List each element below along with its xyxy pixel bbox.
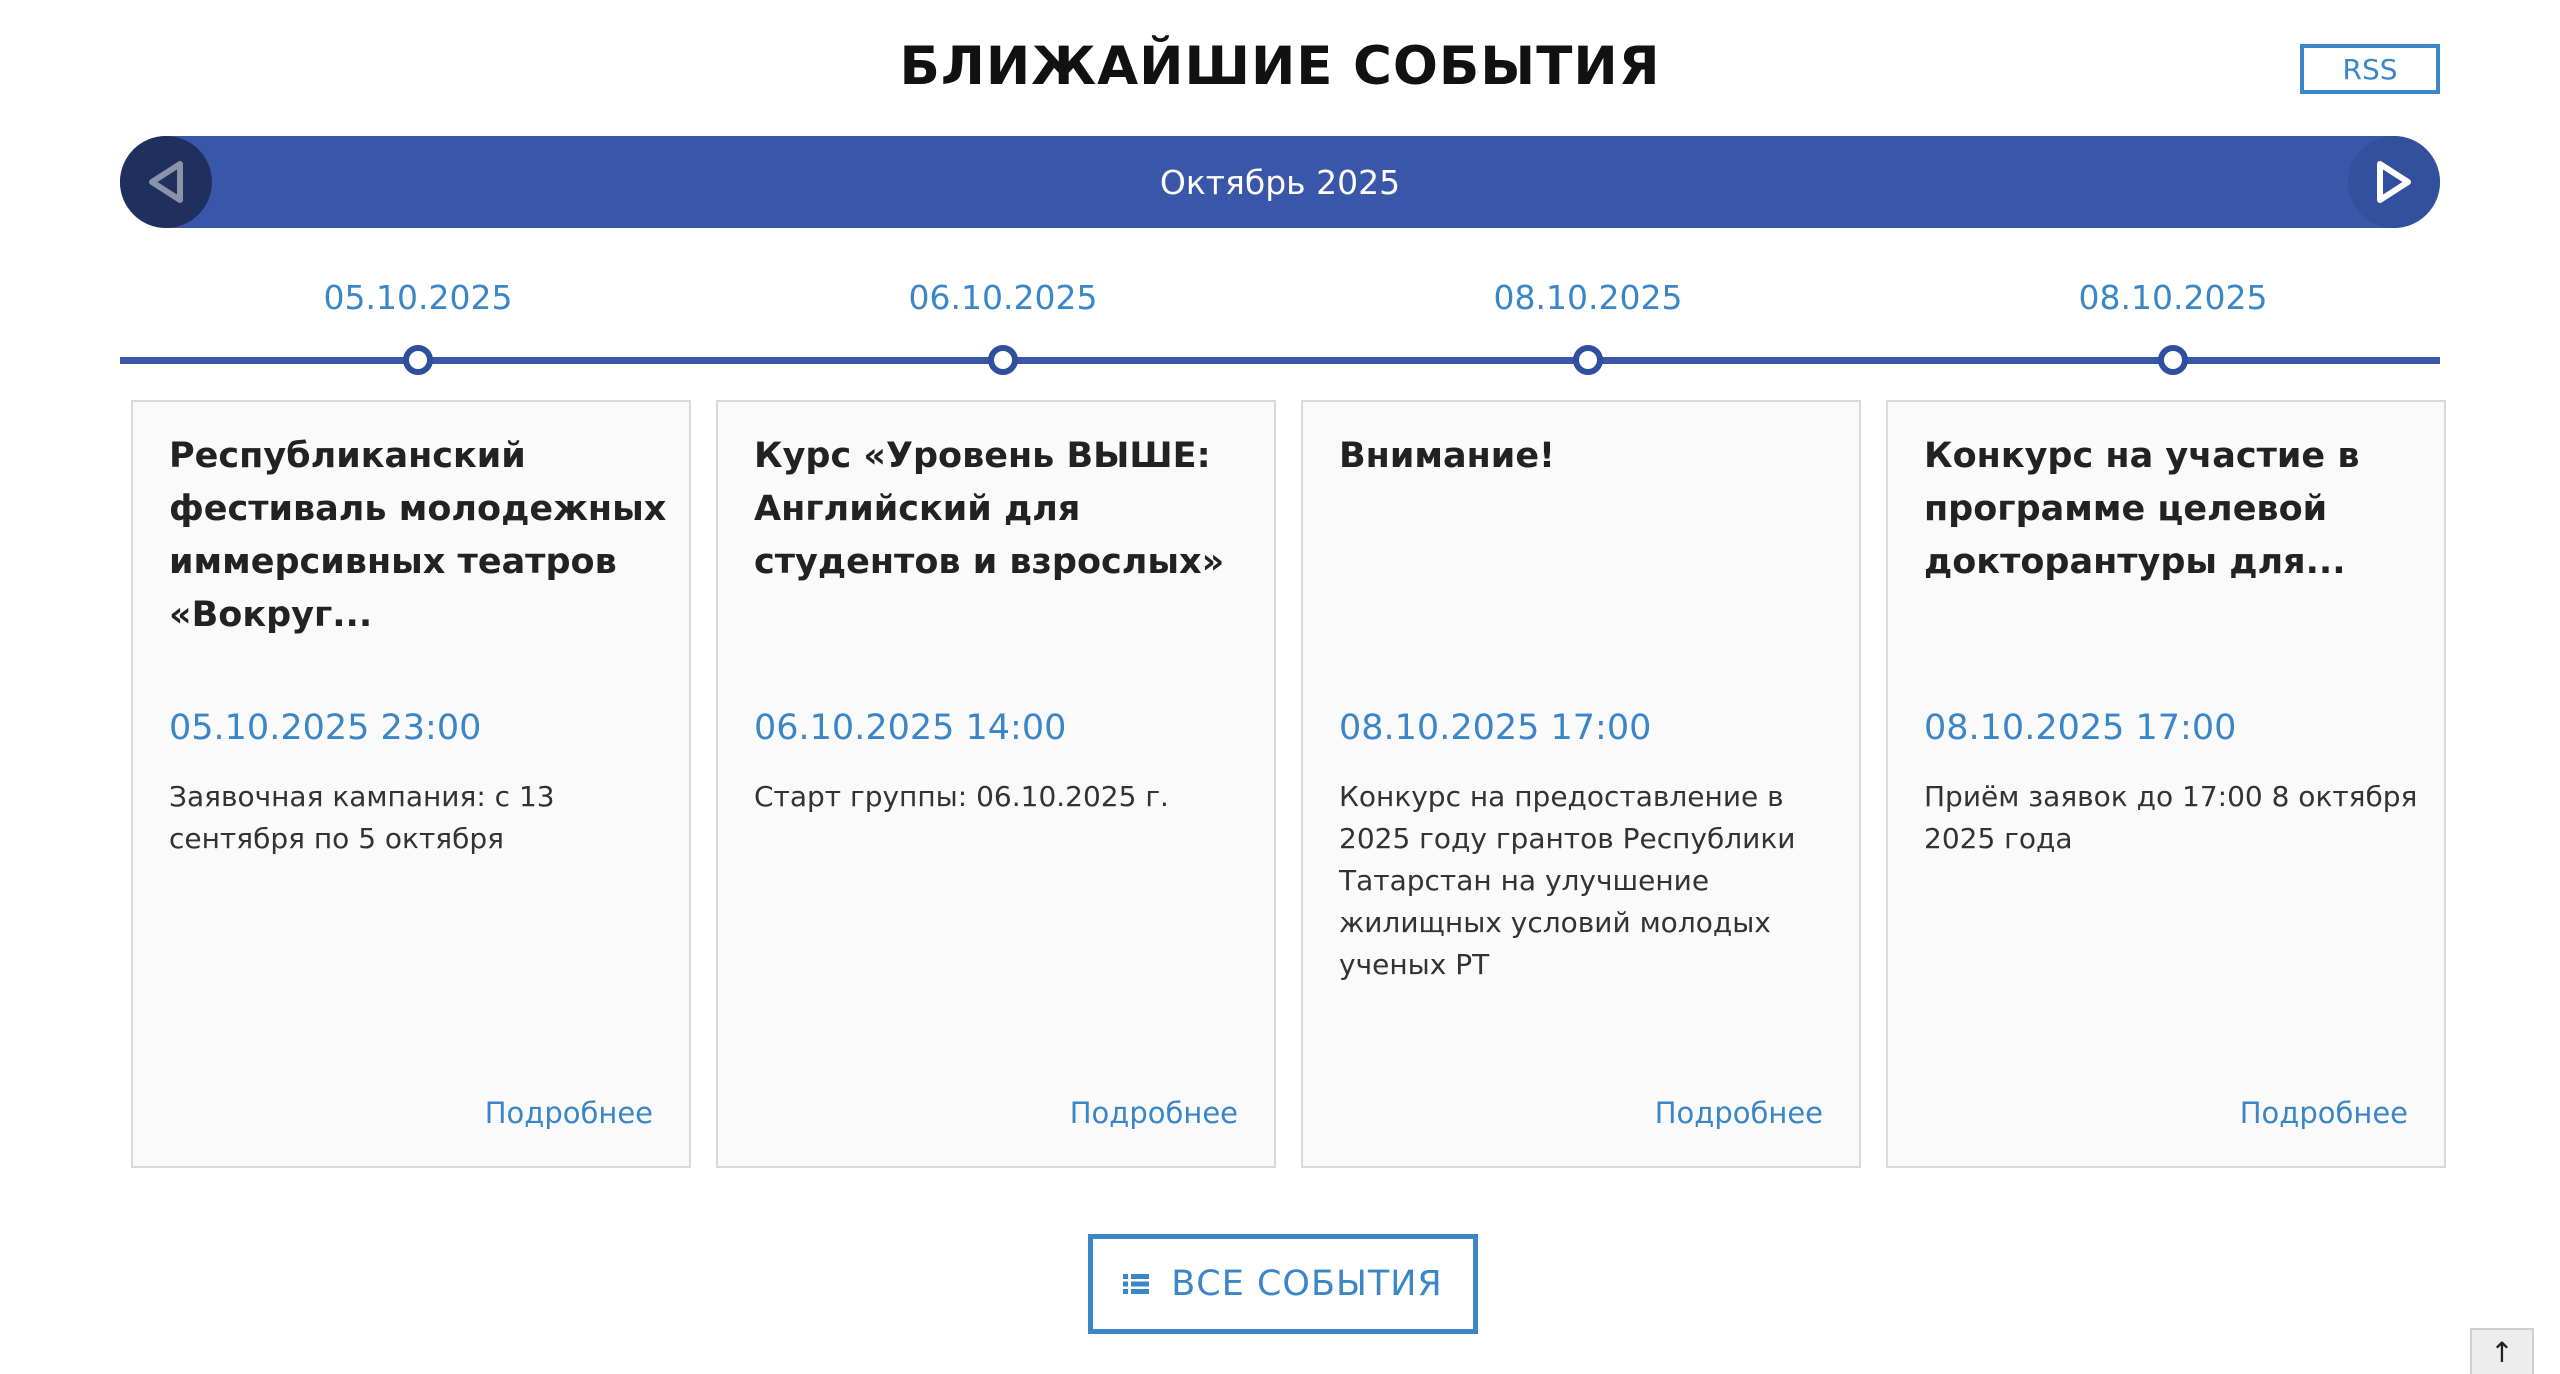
event-card[interactable]: Республиканский фестиваль молодежных имм…: [131, 400, 691, 1168]
month-label: Октябрь 2025: [1159, 162, 1401, 202]
event-card[interactable]: Внимание! 08.10.2025 17:00 Конкурс на пр…: [1301, 400, 1861, 1168]
timeline-dot: [403, 345, 433, 375]
timeline-dot: [988, 345, 1018, 375]
event-more-link[interactable]: Подробнее: [485, 1096, 653, 1130]
event-more-link[interactable]: Подробнее: [2240, 1096, 2408, 1130]
timeline-date: 08.10.2025: [2078, 278, 2268, 317]
event-datetime: 08.10.2025 17:00: [1339, 708, 1652, 748]
event-card[interactable]: Курс «Уровень ВЫШЕ: Английский для студе…: [716, 400, 1276, 1168]
prev-month-button[interactable]: [120, 136, 212, 228]
section-title: БЛИЖАЙШИЕ СОБЫТИЯ: [899, 36, 1661, 97]
triangle-right-icon: [2377, 161, 2411, 203]
events-page: БЛИЖАЙШИЕ СОБЫТИЯ RSS Октябрь 2025 05.10…: [0, 0, 2560, 1374]
triangle-left-icon: [149, 161, 183, 203]
list-icon: [1123, 1274, 1150, 1294]
event-description: Заявочная кампания: с 13 сентября по 5 о…: [169, 780, 555, 855]
event-description: Старт группы: 06.10.2025 г.: [754, 780, 1169, 813]
event-datetime: 05.10.2025 23:00: [169, 708, 482, 748]
timeline-dot: [2158, 345, 2188, 375]
event-card[interactable]: Конкурс на участие в программе целевой д…: [1886, 400, 2446, 1168]
event-more-link[interactable]: Подробнее: [1070, 1096, 1238, 1130]
event-title[interactable]: Внимание!: [1339, 430, 1839, 483]
scroll-to-top-button[interactable]: ↑: [2470, 1328, 2534, 1374]
month-navigation: Октябрь 2025: [120, 136, 2440, 228]
event-more-link[interactable]: Подробнее: [1655, 1096, 1823, 1130]
event-title[interactable]: Конкурс на участие в программе целевой д…: [1924, 430, 2424, 589]
event-datetime: 06.10.2025 14:00: [754, 708, 1067, 748]
all-events-label: ВСЕ СОБЫТИЯ: [1171, 1264, 1443, 1304]
timeline-date: 05.10.2025: [323, 278, 513, 317]
event-datetime: 08.10.2025 17:00: [1924, 708, 2237, 748]
next-month-button[interactable]: [2348, 136, 2440, 228]
timeline-date: 08.10.2025: [1493, 278, 1683, 317]
all-events-button[interactable]: ВСЕ СОБЫТИЯ: [1088, 1234, 1478, 1334]
rss-button[interactable]: RSS: [2300, 44, 2440, 94]
event-description: Конкурс на предоставление в 2025 году гр…: [1339, 780, 1796, 981]
timeline-line: [120, 357, 2440, 364]
timeline-date: 06.10.2025: [908, 278, 1098, 317]
event-title[interactable]: Республиканский фестиваль молодежных имм…: [169, 430, 669, 642]
event-description: Приём заявок до 17:00 8 октября 2025 год…: [1924, 780, 2418, 855]
timeline-dot: [1573, 345, 1603, 375]
event-title[interactable]: Курс «Уровень ВЫШЕ: Английский для студе…: [754, 430, 1254, 589]
